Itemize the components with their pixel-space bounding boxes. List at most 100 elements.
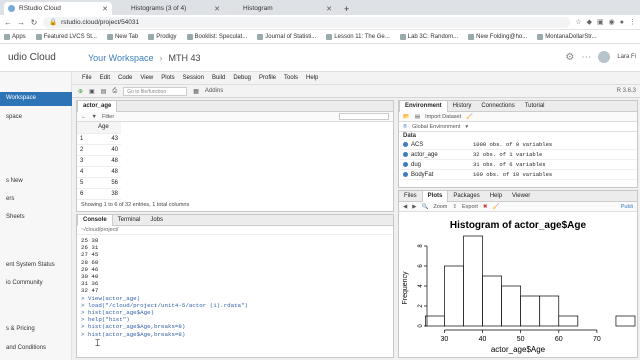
menu-plots[interactable]: Plots — [161, 75, 174, 81]
menu-build[interactable]: Build — [212, 75, 225, 81]
sidebar-item-primers[interactable]: ers — [6, 196, 14, 202]
menu-code[interactable]: Code — [118, 75, 132, 81]
more-options-icon[interactable]: ⋯ — [581, 52, 591, 63]
back-arrow-icon[interactable]: ◀ — [403, 204, 407, 210]
forward-arrow-icon[interactable]: ▶ — [412, 204, 416, 210]
bookmark-apps[interactable]: Apps — [4, 33, 26, 40]
bookmark-item[interactable]: Booklist: Speculat... — [186, 33, 247, 40]
open-project-icon[interactable]: ▣ — [89, 88, 95, 95]
export-button[interactable]: Export — [462, 204, 478, 210]
tab-terminal[interactable]: Terminal — [113, 215, 146, 226]
tab-files[interactable]: Files — [399, 191, 422, 202]
tab-connections[interactable]: Connections — [476, 101, 519, 112]
gear-icon[interactable]: ⚙ — [565, 52, 574, 63]
sidebar-item-community[interactable]: io Community — [6, 280, 43, 286]
expand-icon[interactable] — [403, 172, 408, 177]
sidebar-item-whats-new[interactable]: s New — [6, 178, 23, 184]
menu-view[interactable]: View — [140, 75, 153, 81]
search-input[interactable] — [339, 113, 389, 120]
env-item[interactable]: ACS 1000 obs. of 9 variables — [399, 140, 637, 150]
user-name[interactable]: Lara Fi — [617, 54, 636, 60]
back-arrow-icon[interactable]: ← — [81, 114, 87, 120]
print-icon[interactable]: ⎙ — [112, 88, 117, 95]
brand-logo-text[interactable]: udio Cloud — [8, 52, 56, 63]
tab-rstudio-cloud[interactable]: RStudio Cloud ✕ — [4, 2, 112, 15]
bookmark-item[interactable]: Prodigy — [148, 33, 177, 40]
menu-dots-icon[interactable]: ⋮ — [629, 18, 636, 26]
sidebar-item-terms[interactable]: and Conditions — [6, 345, 46, 351]
expand-icon[interactable] — [403, 152, 408, 157]
zoom-icon[interactable]: 🔍 — [421, 204, 428, 210]
publish-button[interactable]: Publi — [621, 204, 633, 210]
grid-icon[interactable]: ▦ — [193, 88, 199, 95]
delete-icon[interactable]: ✖ — [483, 204, 488, 210]
broom-icon[interactable]: 🧹 — [466, 114, 473, 120]
forward-arrow-icon[interactable]: → — [17, 18, 25, 27]
tab-environment[interactable]: Environment — [399, 100, 448, 112]
tab-actor-age[interactable]: actor_age — [77, 100, 118, 112]
bookmark-item[interactable]: MontanaDollarStr... — [537, 33, 597, 40]
column-header-age[interactable]: Age — [95, 122, 121, 134]
tab-packages[interactable]: Packages — [448, 191, 484, 202]
star-icon[interactable]: ☆ — [575, 18, 581, 26]
menu-file[interactable]: File — [82, 75, 92, 81]
menu-debug[interactable]: Debug — [233, 75, 251, 81]
env-item[interactable]: BodyFat 100 obs. of 10 variables — [399, 170, 637, 180]
avatar[interactable] — [598, 51, 611, 63]
console-output[interactable]: 25 38 26 31 27 45 28 60 29 46 30 40 31 36 32 47… — [77, 235, 393, 340]
save-icon[interactable]: ▤ — [415, 114, 420, 120]
bookmark-item[interactable]: Journal of Statisti... — [257, 33, 316, 40]
new-tab-button[interactable]: + — [340, 2, 352, 15]
menu-help[interactable]: Help — [306, 75, 318, 81]
reload-icon[interactable]: ↻ — [30, 18, 38, 27]
url-field[interactable]: 🔒 rstudio.cloud/project/54031 — [43, 16, 571, 28]
close-tab-icon[interactable]: ✕ — [326, 5, 332, 13]
menu-session[interactable]: Session — [183, 75, 204, 81]
menu-edit[interactable]: Edit — [100, 75, 110, 81]
scope-selector[interactable]: Global Environment — [412, 124, 460, 130]
tab-jobs[interactable]: Jobs — [145, 215, 168, 226]
sidebar-item-pricing[interactable]: s & Pricing — [6, 326, 35, 332]
bookmark-item[interactable]: New Tab — [106, 33, 138, 40]
new-file-icon[interactable]: ⊕ — [78, 88, 83, 95]
zoom-button[interactable]: Zoom — [433, 204, 447, 210]
export-icon[interactable]: ⇪ — [452, 204, 457, 210]
tab-history[interactable]: History — [448, 101, 477, 112]
tab-tutorial[interactable]: Tutorial — [520, 101, 550, 112]
extension-icon[interactable]: ◆ — [587, 18, 592, 26]
tab-plots[interactable]: Plots — [421, 190, 449, 202]
tab-console[interactable]: Console — [77, 214, 113, 226]
profile-icon[interactable]: ● — [620, 19, 624, 26]
broom-icon[interactable]: 🧹 — [493, 204, 500, 210]
filter-button[interactable]: Filter — [102, 114, 114, 120]
sidebar-item-system-status[interactable]: ent System Status — [6, 262, 55, 268]
tab-help[interactable]: Help — [485, 191, 507, 202]
bookmark-item[interactable]: Lesson 11: The Ge... — [326, 33, 390, 40]
bookmark-item[interactable]: Featured LVCS St... — [35, 33, 97, 40]
goto-file-input[interactable]: Go to file/function — [123, 86, 188, 96]
tab-viewer[interactable]: Viewer — [507, 191, 535, 202]
filter-icon[interactable]: ▼ — [92, 114, 97, 120]
expand-icon[interactable] — [403, 142, 408, 147]
extension-icon[interactable]: ▣ — [597, 18, 604, 26]
expand-icon[interactable] — [403, 162, 408, 167]
sidebar-item-workspace[interactable]: Workspace — [0, 92, 72, 106]
open-folder-icon[interactable]: 📂 — [403, 114, 410, 120]
sidebar-item-cheat-sheets[interactable]: Sheets — [6, 214, 25, 220]
tab-histogram[interactable]: Histogram ✕ — [228, 2, 336, 15]
breadcrumb-workspace[interactable]: Your Workspace — [88, 53, 154, 63]
close-tab-icon[interactable]: ✕ — [214, 5, 220, 13]
bookmark-item[interactable]: Lab 3C: Random... — [399, 33, 458, 40]
bookmark-item[interactable]: New Folding@ho... — [468, 33, 527, 40]
tab-histograms[interactable]: Histograms (3 of 4) ✕ — [116, 2, 224, 15]
import-dataset-button[interactable]: Import Dataset — [425, 114, 461, 120]
chevron-down-icon[interactable]: ▾ — [465, 124, 468, 130]
save-icon[interactable]: ▤ — [101, 88, 107, 95]
env-item[interactable]: actor_age 32 obs. of 1 variable — [399, 150, 637, 160]
env-item[interactable]: dug 31 obs. of 6 variables — [399, 160, 637, 170]
menu-profile[interactable]: Profile — [259, 75, 276, 81]
addins-menu[interactable]: Addins — [205, 88, 223, 94]
sidebar-item-space[interactable]: space — [6, 114, 22, 120]
menu-tools[interactable]: Tools — [284, 75, 298, 81]
back-arrow-icon[interactable]: ← — [4, 18, 12, 27]
